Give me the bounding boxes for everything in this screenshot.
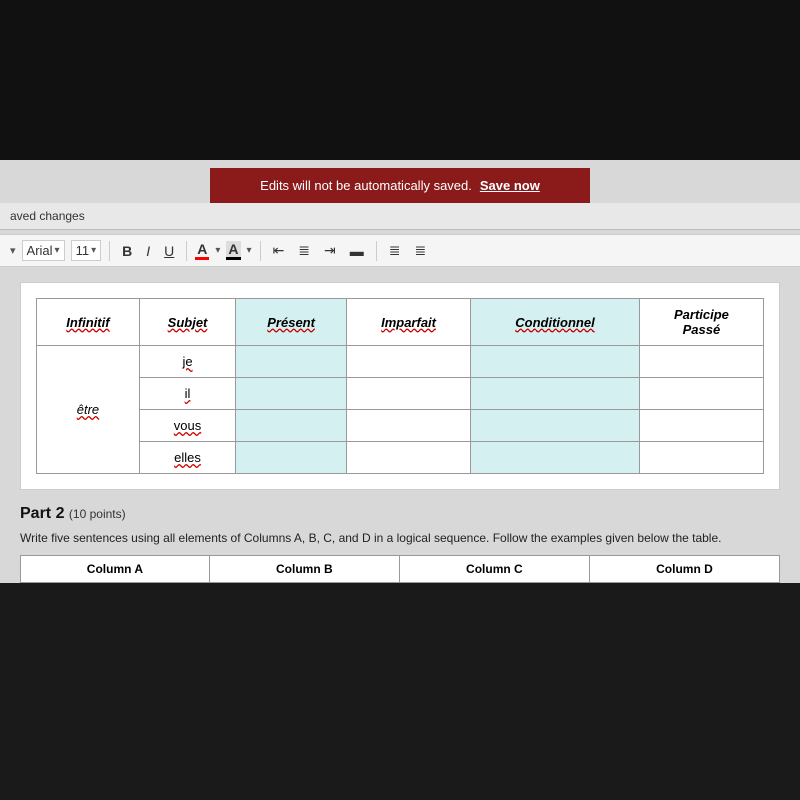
font-size-selector[interactable]: 11 ▾ [71,240,102,261]
conditionnel-elles[interactable] [471,442,640,474]
font-selector[interactable]: Arial ▾ [22,240,65,261]
present-il[interactable] [236,378,347,410]
present-elles[interactable] [236,442,347,474]
col-c-header: Column C [399,556,589,583]
col-a-header: Column A [21,556,210,583]
italic-button[interactable]: I [142,241,154,261]
columns-header-row: Column A Column B Column C Column D [21,556,780,583]
conditionnel-vous[interactable] [471,410,640,442]
col-present: Présent [236,299,347,346]
highlight-dropdown[interactable]: ▾ [247,245,252,256]
conjugation-table: Infinitif Subjet Présent Imparfait Condi… [36,298,764,474]
header-area: aved changes [0,203,800,230]
present-vous[interactable] [236,410,347,442]
col-subjet: Subjet [139,299,235,346]
unsaved-changes-label: aved changes [0,205,95,227]
present-je[interactable] [236,346,347,378]
document-area: Infinitif Subjet Présent Imparfait Condi… [20,282,780,490]
toolbar: ▾ Arial ▾ 11 ▾ B I U A ▾ A ▾ ⇤ ≣ ⇥ ▬ ≣ ≣ [0,234,800,267]
imparfait-je[interactable] [347,346,471,378]
align-justify-button[interactable]: ▬ [346,241,368,261]
dropdown-arrow-left[interactable]: ▾ [10,244,16,257]
save-now-link[interactable]: Save now [480,178,540,193]
toolbar-divider-1 [109,241,110,261]
part2-title-text: Part 2 [20,505,64,522]
list-unordered-button[interactable]: ≣ [411,240,431,261]
imparfait-elles[interactable] [347,442,471,474]
table-row: elles [37,442,764,474]
col-d-header: Column D [589,556,779,583]
save-banner: Edits will not be automatically saved. S… [210,168,590,203]
font-dropdown-arrow: ▾ [55,245,60,256]
table-row: être je [37,346,764,378]
participe-il[interactable] [639,378,763,410]
subject-elles: elles [139,442,235,474]
size-dropdown-arrow: ▾ [91,245,96,256]
toolbar-divider-2 [186,241,187,261]
col-participe: ParticipePassé [639,299,763,346]
imparfait-vous[interactable] [347,410,471,442]
toolbar-divider-4 [376,241,377,261]
conditionnel-il[interactable] [471,378,640,410]
font-size-label: 11 [76,243,90,258]
font-color-dropdown[interactable]: ▾ [215,245,220,256]
table-row: vous [37,410,764,442]
save-banner-message: Edits will not be automatically saved. [260,178,472,193]
underline-button[interactable]: U [160,241,178,261]
list-ordered-button[interactable]: ≣ [385,240,405,261]
align-right-button[interactable]: ⇥ [320,240,340,261]
participe-elles[interactable] [639,442,763,474]
part2-points: (10 points) [69,507,126,521]
part2-title: Part 2 (10 points) [20,505,780,523]
infinitif-cell: être [37,346,140,474]
top-black-area [0,0,800,160]
col-conditionnel: Conditionnel [471,299,640,346]
table-row: il [37,378,764,410]
font-color-a-button[interactable]: A [195,241,209,260]
subject-il: il [139,378,235,410]
align-left-button[interactable]: ⇤ [269,240,289,261]
col-b-header: Column B [209,556,399,583]
subject-je: je [139,346,235,378]
part2-description: Write five sentences using all elements … [20,529,780,547]
participe-vous[interactable] [639,410,763,442]
col-imparfait: Imparfait [347,299,471,346]
col-infinitif: Infinitif [37,299,140,346]
align-center-button[interactable]: ≣ [294,240,314,261]
columns-table: Column A Column B Column C Column D [20,555,780,583]
part2-section: Part 2 (10 points) Write five sentences … [20,505,780,583]
table-header-row: Infinitif Subjet Présent Imparfait Condi… [37,299,764,346]
page-container: Edits will not be automatically saved. S… [0,160,800,583]
imparfait-il[interactable] [347,378,471,410]
participe-je[interactable] [639,346,763,378]
save-banner-wrapper: Edits will not be automatically saved. S… [0,160,800,203]
toolbar-divider-3 [260,241,261,261]
highlight-color-button[interactable]: A [226,241,240,260]
conditionnel-je[interactable] [471,346,640,378]
font-name-label: Arial [27,243,53,258]
subject-vous: vous [139,410,235,442]
bold-button[interactable]: B [118,241,136,261]
